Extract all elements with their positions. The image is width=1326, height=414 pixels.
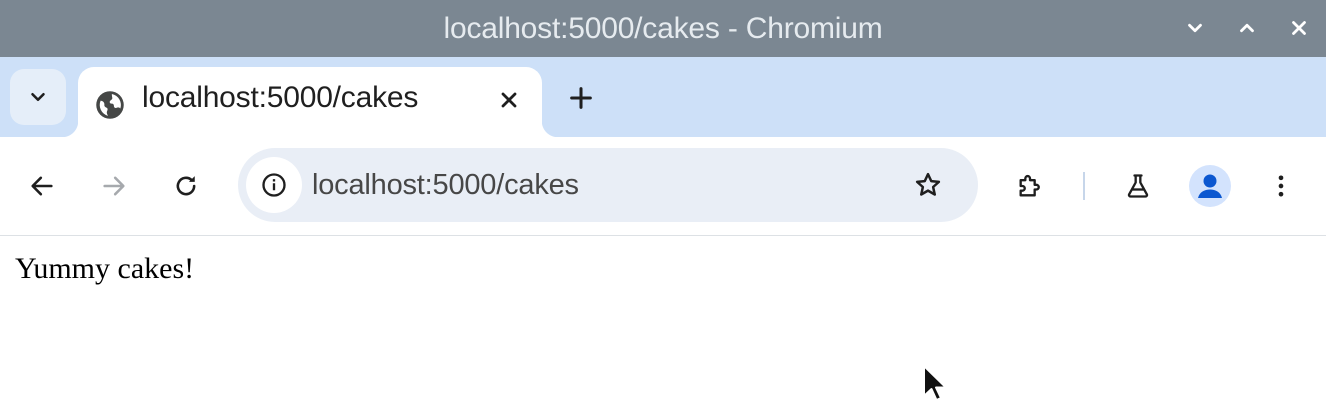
- minimize-button[interactable]: [1177, 10, 1213, 46]
- url-text[interactable]: localhost:5000/cakes: [312, 148, 579, 222]
- back-button[interactable]: [20, 164, 64, 208]
- arrow-right-icon: [103, 176, 125, 196]
- labs-button[interactable]: [1116, 164, 1160, 208]
- chevron-down-icon: [31, 92, 45, 102]
- chevron-up-icon: [1240, 23, 1254, 33]
- star-icon: [915, 172, 941, 196]
- window-title: localhost:5000/cakes - Chromium: [443, 12, 883, 45]
- reload-button[interactable]: [164, 164, 208, 208]
- address-bar[interactable]: localhost:5000/cakes: [238, 148, 978, 222]
- more-vert-icon: [1278, 175, 1284, 197]
- close-window-button[interactable]: [1281, 10, 1317, 46]
- new-tab-button[interactable]: [560, 77, 602, 119]
- tab-active[interactable]: localhost:5000/cakes: [62, 67, 558, 137]
- arrow-left-icon: [31, 176, 53, 196]
- chevron-down-icon: [1188, 23, 1202, 33]
- info-icon: [262, 173, 286, 197]
- page-content: Yummy cakes!: [0, 236, 1326, 414]
- reload-icon: [176, 176, 196, 196]
- tab-search-button[interactable]: [10, 69, 66, 125]
- browser-toolbar: localhost:5000/cakes: [0, 137, 1326, 236]
- puzzle-icon: [1019, 174, 1040, 197]
- close-icon: [1292, 21, 1306, 35]
- forward-button[interactable]: [92, 164, 136, 208]
- maximize-button[interactable]: [1229, 10, 1265, 46]
- mouse-cursor-icon: [923, 365, 947, 401]
- profile-button[interactable]: [1189, 165, 1231, 207]
- extensions-button[interactable]: [1008, 164, 1052, 208]
- person-icon: [1198, 174, 1222, 198]
- flask-icon: [1127, 174, 1149, 198]
- tab-title: localhost:5000/cakes: [142, 81, 419, 114]
- site-info-button[interactable]: [246, 157, 302, 213]
- tab-strip: localhost:5000/cakes: [0, 57, 1326, 137]
- page-text: Yummy cakes!: [15, 252, 195, 285]
- toolbar-separator: [1083, 172, 1085, 200]
- window-title-bar[interactable]: localhost:5000/cakes - Chromium: [0, 0, 1326, 57]
- menu-button[interactable]: [1259, 164, 1303, 208]
- plus-icon: [570, 87, 592, 109]
- close-icon: [501, 92, 517, 108]
- globe-icon: [96, 91, 124, 119]
- bookmark-button[interactable]: [908, 165, 948, 205]
- close-tab-button[interactable]: [494, 85, 524, 115]
